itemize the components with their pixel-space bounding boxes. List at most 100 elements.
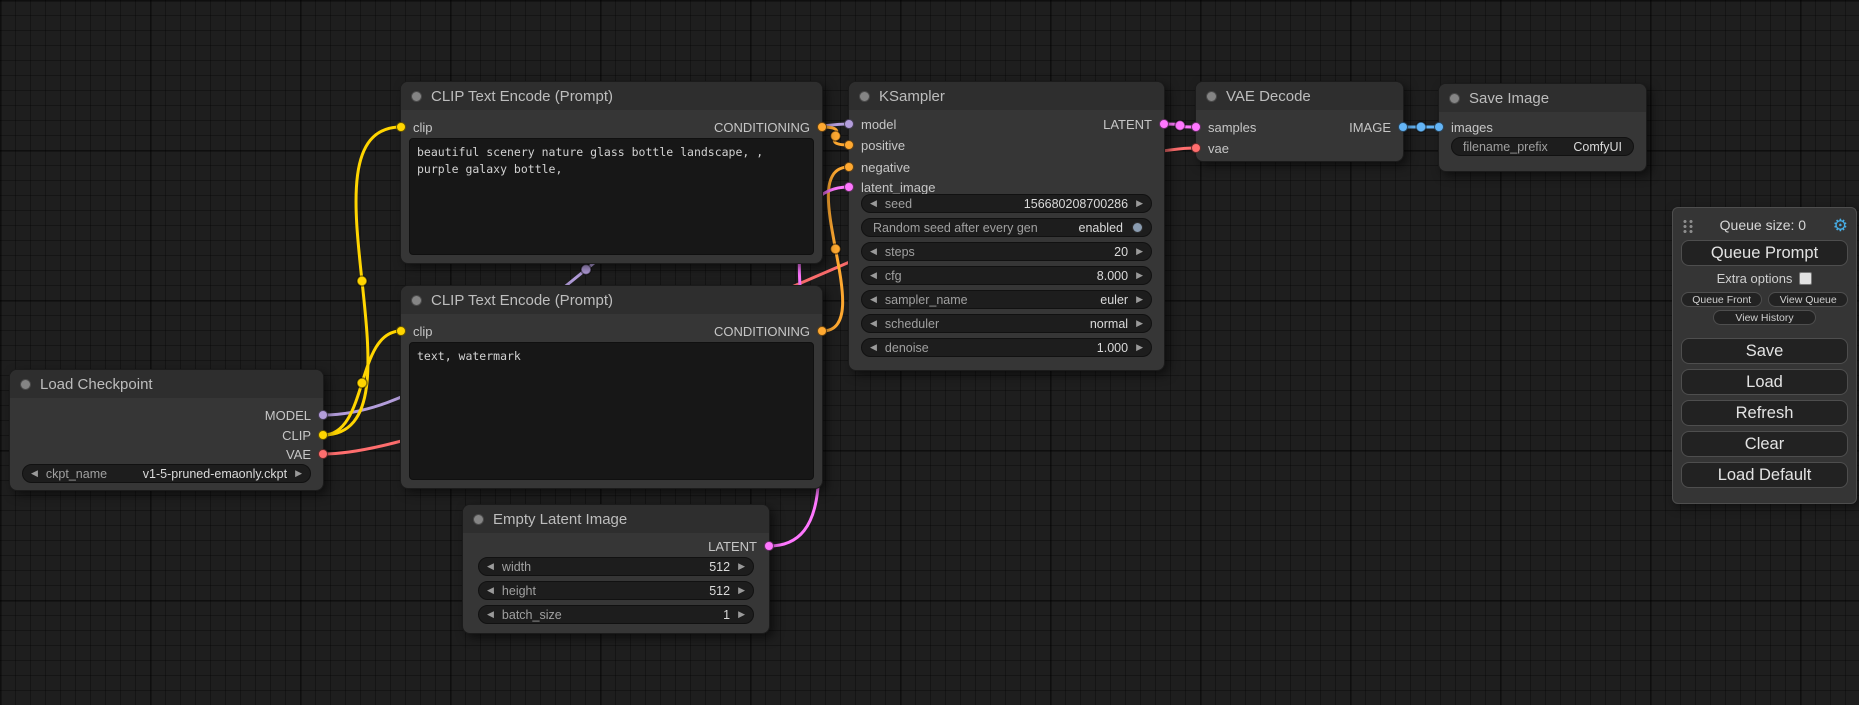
decrement-arrow-icon[interactable]: ◀ xyxy=(487,610,494,619)
conditioning-port-dot[interactable] xyxy=(844,162,854,172)
output-port-latent[interactable]: LATENT xyxy=(708,537,774,555)
prompt-textarea[interactable]: beautiful scenery nature glass bottle la… xyxy=(409,138,814,255)
refresh-button[interactable]: Refresh xyxy=(1681,400,1848,426)
node-load-checkpoint[interactable]: Load Checkpoint MODEL CLIP VAE ◀ ckpt_na… xyxy=(9,369,324,491)
decrement-arrow-icon[interactable]: ◀ xyxy=(31,469,38,478)
image-port-dot[interactable] xyxy=(1434,122,1444,132)
conditioning-port-dot[interactable] xyxy=(817,326,827,336)
node-titlebar[interactable]: Load Checkpoint xyxy=(10,370,323,398)
clip-port-dot[interactable] xyxy=(396,122,406,132)
widget-filename-prefix[interactable]: filename_prefix ComfyUI xyxy=(1451,137,1634,156)
widget-random-seed-toggle[interactable]: Random seed after every gen enabled xyxy=(861,218,1152,237)
collapse-dot-icon[interactable] xyxy=(411,295,422,306)
decrement-arrow-icon[interactable]: ◀ xyxy=(487,562,494,571)
input-port-model[interactable]: model xyxy=(844,115,896,133)
view-queue-button[interactable]: View Queue xyxy=(1768,292,1848,307)
save-button[interactable]: Save xyxy=(1681,338,1848,364)
collapse-dot-icon[interactable] xyxy=(1449,93,1460,104)
input-port-negative[interactable]: negative xyxy=(844,158,910,176)
decrement-arrow-icon[interactable]: ◀ xyxy=(487,586,494,595)
node-vae-decode[interactable]: VAE Decode samples vae IMAGE xyxy=(1195,81,1404,162)
widget-denoise[interactable]: ◀ denoise 1.000 ▶ xyxy=(861,338,1152,357)
vae-port-dot[interactable] xyxy=(318,449,328,459)
increment-arrow-icon[interactable]: ▶ xyxy=(1136,343,1143,352)
clip-port-dot[interactable] xyxy=(396,326,406,336)
drag-handle-icon[interactable] xyxy=(1681,218,1693,233)
increment-arrow-icon[interactable]: ▶ xyxy=(738,586,745,595)
extra-options-checkbox[interactable] xyxy=(1799,272,1812,285)
clear-button[interactable]: Clear xyxy=(1681,431,1848,457)
latent-port-dot[interactable] xyxy=(1191,122,1201,132)
model-port-dot[interactable] xyxy=(318,410,328,420)
settings-gear-icon[interactable]: ⚙ xyxy=(1833,217,1848,234)
widget-width[interactable]: ◀ width 512 ▶ xyxy=(478,557,754,576)
latent-port-dot[interactable] xyxy=(844,182,854,192)
node-ksampler[interactable]: KSampler model positive negative latent_… xyxy=(848,81,1165,371)
output-port-latent[interactable]: LATENT xyxy=(1103,115,1169,133)
collapse-dot-icon[interactable] xyxy=(473,514,484,525)
input-port-positive[interactable]: positive xyxy=(844,136,905,154)
node-titlebar[interactable]: KSampler xyxy=(849,82,1164,110)
increment-arrow-icon[interactable]: ▶ xyxy=(738,610,745,619)
input-port-clip[interactable]: clip xyxy=(396,118,433,136)
collapse-dot-icon[interactable] xyxy=(859,91,870,102)
widget-ckpt-name[interactable]: ◀ ckpt_name v1-5-pruned-emaonly.ckpt ▶ xyxy=(22,464,311,483)
output-port-vae[interactable]: VAE xyxy=(286,445,328,463)
output-port-model[interactable]: MODEL xyxy=(265,406,328,424)
load-default-button[interactable]: Load Default xyxy=(1681,462,1848,488)
increment-arrow-icon[interactable]: ▶ xyxy=(1136,271,1143,280)
decrement-arrow-icon[interactable]: ◀ xyxy=(870,199,877,208)
widget-height[interactable]: ◀ height 512 ▶ xyxy=(478,581,754,600)
prompt-textarea[interactable]: text, watermark xyxy=(409,342,814,480)
latent-port-dot[interactable] xyxy=(764,541,774,551)
collapse-dot-icon[interactable] xyxy=(20,379,31,390)
decrement-arrow-icon[interactable]: ◀ xyxy=(870,247,877,256)
widget-scheduler[interactable]: ◀ scheduler normal ▶ xyxy=(861,314,1152,333)
increment-arrow-icon[interactable]: ▶ xyxy=(1136,199,1143,208)
node-graph-canvas[interactable]: Load Checkpoint MODEL CLIP VAE ◀ ckpt_na… xyxy=(0,0,1859,705)
input-port-clip[interactable]: clip xyxy=(396,322,433,340)
vae-port-dot[interactable] xyxy=(1191,143,1201,153)
increment-arrow-icon[interactable]: ▶ xyxy=(1136,319,1143,328)
output-port-image[interactable]: IMAGE xyxy=(1349,118,1408,136)
decrement-arrow-icon[interactable]: ◀ xyxy=(870,295,877,304)
image-port-dot[interactable] xyxy=(1398,122,1408,132)
input-port-images[interactable]: images xyxy=(1434,118,1493,136)
input-port-samples[interactable]: samples xyxy=(1191,118,1256,136)
view-history-button[interactable]: View History xyxy=(1713,310,1817,325)
widget-batch-size[interactable]: ◀ batch_size 1 ▶ xyxy=(478,605,754,624)
increment-arrow-icon[interactable]: ▶ xyxy=(295,469,302,478)
queue-front-button[interactable]: Queue Front xyxy=(1681,292,1762,307)
collapse-dot-icon[interactable] xyxy=(411,91,422,102)
output-port-conditioning[interactable]: CONDITIONING xyxy=(714,322,827,340)
node-save-image[interactable]: Save Image images filename_prefix ComfyU… xyxy=(1438,83,1647,172)
node-titlebar[interactable]: VAE Decode xyxy=(1196,82,1403,110)
output-port-clip[interactable]: CLIP xyxy=(282,426,328,444)
node-titlebar[interactable]: Empty Latent Image xyxy=(463,505,769,533)
model-port-dot[interactable] xyxy=(844,119,854,129)
increment-arrow-icon[interactable]: ▶ xyxy=(1136,247,1143,256)
node-titlebar[interactable]: Save Image xyxy=(1439,84,1646,112)
widget-cfg[interactable]: ◀ cfg 8.000 ▶ xyxy=(861,266,1152,285)
decrement-arrow-icon[interactable]: ◀ xyxy=(870,271,877,280)
node-empty-latent-image[interactable]: Empty Latent Image LATENT ◀ width 512 ▶ … xyxy=(462,504,770,634)
increment-arrow-icon[interactable]: ▶ xyxy=(738,562,745,571)
load-button[interactable]: Load xyxy=(1681,369,1848,395)
widget-sampler-name[interactable]: ◀ sampler_name euler ▶ xyxy=(861,290,1152,309)
widget-seed[interactable]: ◀ seed 156680208700286 ▶ xyxy=(861,194,1152,213)
increment-arrow-icon[interactable]: ▶ xyxy=(1136,295,1143,304)
node-clip-text-encode-positive[interactable]: CLIP Text Encode (Prompt) clip CONDITION… xyxy=(400,81,823,264)
node-titlebar[interactable]: CLIP Text Encode (Prompt) xyxy=(401,286,822,314)
node-titlebar[interactable]: CLIP Text Encode (Prompt) xyxy=(401,82,822,110)
widget-steps[interactable]: ◀ steps 20 ▶ xyxy=(861,242,1152,261)
collapse-dot-icon[interactable] xyxy=(1206,91,1217,102)
conditioning-port-dot[interactable] xyxy=(844,140,854,150)
conditioning-port-dot[interactable] xyxy=(817,122,827,132)
decrement-arrow-icon[interactable]: ◀ xyxy=(870,319,877,328)
node-clip-text-encode-negative[interactable]: CLIP Text Encode (Prompt) clip CONDITION… xyxy=(400,285,823,489)
input-port-vae[interactable]: vae xyxy=(1191,139,1229,157)
toggle-knob-icon[interactable] xyxy=(1132,222,1143,233)
latent-port-dot[interactable] xyxy=(1159,119,1169,129)
clip-port-dot[interactable] xyxy=(318,430,328,440)
decrement-arrow-icon[interactable]: ◀ xyxy=(870,343,877,352)
